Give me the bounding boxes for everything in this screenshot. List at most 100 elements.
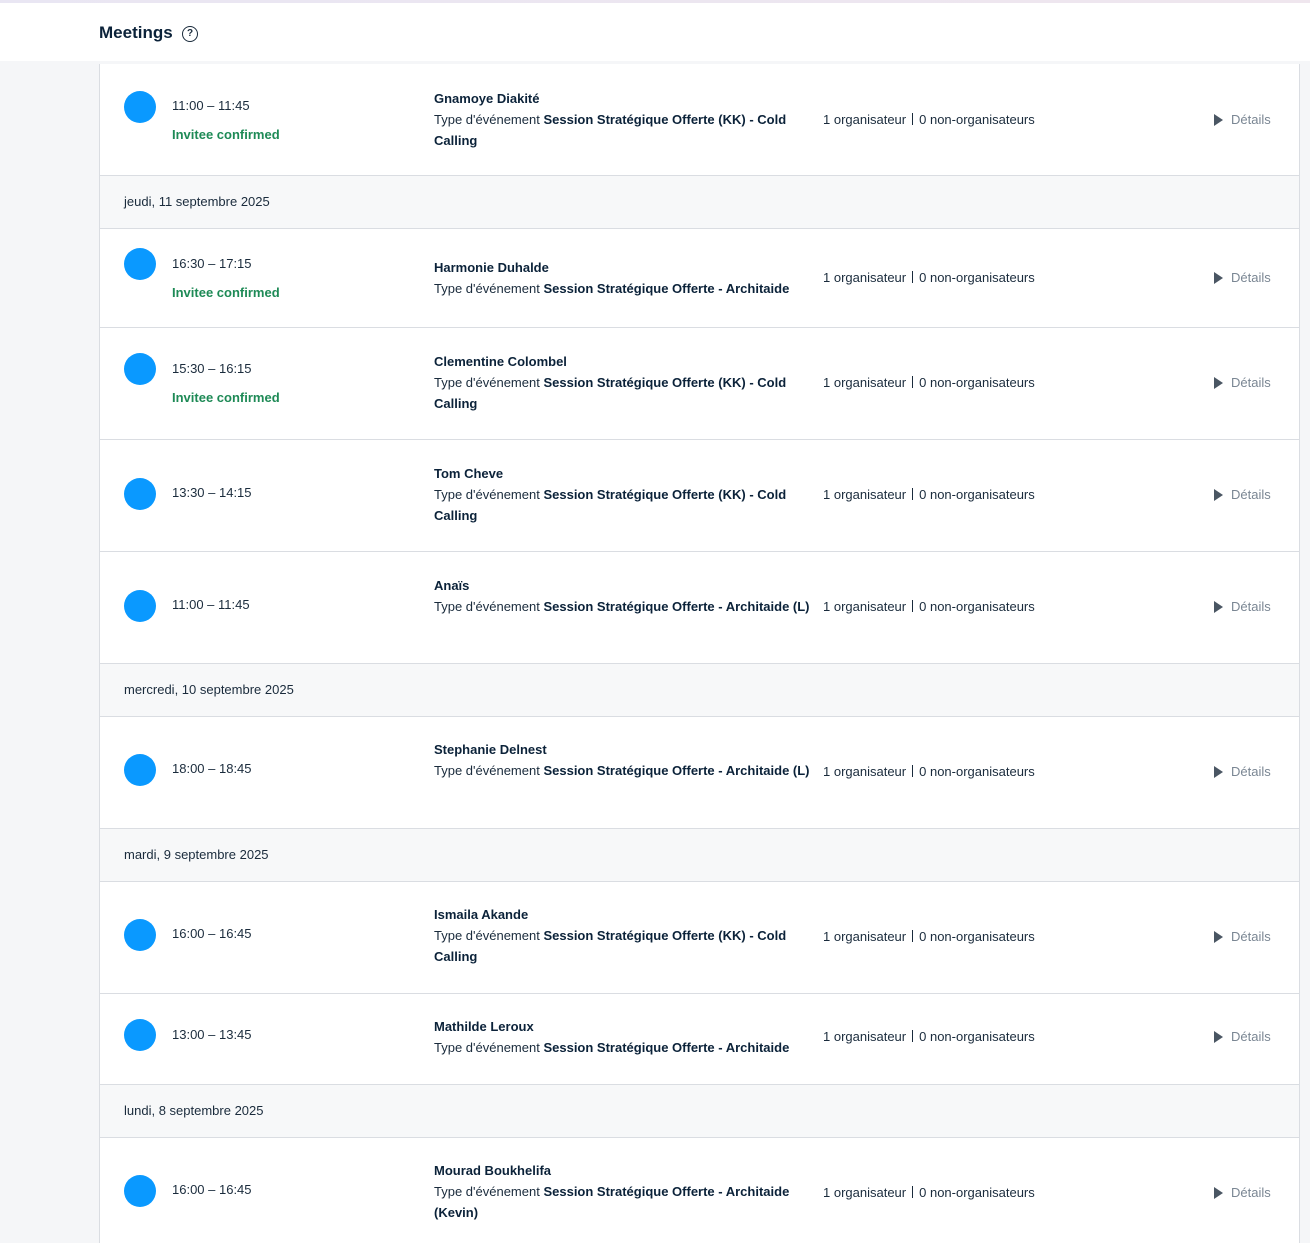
separator [912,376,914,388]
separator [912,271,914,283]
help-icon[interactable]: ? [182,26,198,42]
event-type-name: Session Stratégique Offerte - Architaide… [543,599,810,614]
invitee-name: Tom Cheve [434,466,504,481]
hosts-summary: 1 organisateur 0 non-organisateurs [823,764,1035,779]
details-label: Détails [1231,1029,1271,1044]
meeting-info: Tom Cheve Type d'événement Session Strat… [434,463,814,526]
hosts-summary: 1 organisateur 0 non-organisateurs [823,1029,1035,1044]
separator [912,1186,914,1198]
hosts-summary: 1 organisateur 0 non-organisateurs [823,112,1035,127]
meeting-row[interactable]: 15:30 – 16:15 Invitee confirmed Clementi… [100,328,1299,440]
details-label: Détails [1231,375,1271,390]
separator [912,488,914,500]
play-triangle-icon [1214,114,1223,126]
meeting-time: 15:30 – 16:15 [172,361,252,376]
hosts-summary: 1 organisateur 0 non-organisateurs [823,487,1035,502]
event-color-dot [124,353,156,385]
play-triangle-icon [1214,1187,1223,1199]
details-toggle[interactable]: Détails [1214,375,1271,390]
event-type-label: Type d'événement [434,487,540,502]
meeting-row[interactable]: 11:00 – 11:45 Invitee confirmed Gnamoye … [100,64,1299,176]
organizers-count: 1 organisateur [823,487,907,502]
meeting-info: Mathilde Leroux Type d'événement Session… [434,1016,814,1058]
details-toggle[interactable]: Détails [1214,1029,1271,1044]
meeting-status: Invitee confirmed [172,390,280,405]
meeting-info: Anaïs Type d'événement Session Stratégiq… [434,575,814,617]
play-triangle-icon [1214,1031,1223,1043]
meeting-info: Stephanie Delnest Type d'événement Sessi… [434,739,814,781]
details-toggle[interactable]: Détails [1214,270,1271,285]
play-triangle-icon [1214,489,1223,501]
meeting-info: Clementine Colombel Type d'événement Ses… [434,351,814,414]
non-organizers-count: 0 non-organisateurs [919,599,1035,614]
meeting-info: Harmonie Duhalde Type d'événement Sessio… [434,257,814,299]
meeting-time: 16:30 – 17:15 [172,256,252,271]
details-label: Détails [1231,487,1271,502]
non-organizers-count: 0 non-organisateurs [919,1029,1035,1044]
page-header: Meetings ? [0,3,1310,61]
meeting-row[interactable]: 16:00 – 16:45 Ismaila Akande Type d'évén… [100,882,1299,994]
organizers-count: 1 organisateur [823,1029,907,1044]
invitee-name: Ismaila Akande [434,907,529,922]
separator [912,930,914,942]
details-toggle[interactable]: Détails [1214,112,1271,127]
date-header: mardi, 9 septembre 2025 [100,829,1299,882]
invitee-name: Stephanie Delnest [434,742,547,757]
meeting-info: Ismaila Akande Type d'événement Session … [434,904,814,967]
organizers-count: 1 organisateur [823,270,907,285]
meeting-time: 11:00 – 11:45 [172,98,250,113]
invitee-name: Gnamoye Diakité [434,91,540,106]
event-color-dot [124,1019,156,1051]
meeting-info: Gnamoye Diakité Type d'événement Session… [434,88,814,151]
details-toggle[interactable]: Détails [1214,764,1271,779]
non-organizers-count: 0 non-organisateurs [919,112,1035,127]
separator [912,113,914,125]
meeting-time: 18:00 – 18:45 [172,761,252,776]
hosts-summary: 1 organisateur 0 non-organisateurs [823,1185,1035,1200]
play-triangle-icon [1214,272,1223,284]
details-label: Détails [1231,764,1271,779]
meeting-time: 16:00 – 16:45 [172,926,252,941]
page-title: Meetings [99,23,173,42]
details-label: Détails [1231,929,1271,944]
details-toggle[interactable]: Détails [1214,599,1271,614]
event-color-dot [124,590,156,622]
invitee-name: Mathilde Leroux [434,1019,534,1034]
details-label: Détails [1231,270,1271,285]
organizers-count: 1 organisateur [823,112,907,127]
meeting-row[interactable]: 11:00 – 11:45 Anaïs Type d'événement Ses… [100,552,1299,664]
meeting-row[interactable]: 18:00 – 18:45 Stephanie Delnest Type d'é… [100,717,1299,829]
event-type-name: Session Stratégique Offerte - Architaide [543,281,790,296]
meeting-row[interactable]: 13:30 – 14:15 Tom Cheve Type d'événement… [100,440,1299,552]
details-toggle[interactable]: Détails [1214,487,1271,502]
meetings-list: 11:00 – 11:45 Invitee confirmed Gnamoye … [99,64,1300,1243]
date-label: mardi, 9 septembre 2025 [124,847,269,862]
invitee-name: Harmonie Duhalde [434,260,549,275]
meeting-row[interactable]: 16:30 – 17:15 Invitee confirmed Harmonie… [100,229,1299,328]
details-toggle[interactable]: Détails [1214,929,1271,944]
separator [912,765,914,777]
event-color-dot [124,919,156,951]
event-type-label: Type d'événement [434,281,540,296]
hosts-summary: 1 organisateur 0 non-organisateurs [823,929,1035,944]
meeting-row[interactable]: 16:00 – 16:45 Mourad Boukhelifa Type d'é… [100,1138,1299,1243]
meeting-info: Mourad Boukhelifa Type d'événement Sessi… [434,1160,814,1223]
non-organizers-count: 0 non-organisateurs [919,929,1035,944]
date-label: jeudi, 11 septembre 2025 [124,194,270,209]
meeting-time: 11:00 – 11:45 [172,597,250,612]
details-label: Détails [1231,1185,1271,1200]
meeting-row[interactable]: 13:00 – 13:45 Mathilde Leroux Type d'évé… [100,994,1299,1085]
date-header: mercredi, 10 septembre 2025 [100,664,1299,717]
hosts-summary: 1 organisateur 0 non-organisateurs [823,599,1035,614]
event-type-label: Type d'événement [434,599,540,614]
hosts-summary: 1 organisateur 0 non-organisateurs [823,375,1035,390]
invitee-name: Anaïs [434,578,470,593]
meeting-status: Invitee confirmed [172,285,280,300]
organizers-count: 1 organisateur [823,764,907,779]
separator [912,1030,914,1042]
play-triangle-icon [1214,766,1223,778]
details-toggle[interactable]: Détails [1214,1185,1271,1200]
non-organizers-count: 0 non-organisateurs [919,375,1035,390]
event-color-dot [124,754,156,786]
meeting-status: Invitee confirmed [172,127,280,142]
